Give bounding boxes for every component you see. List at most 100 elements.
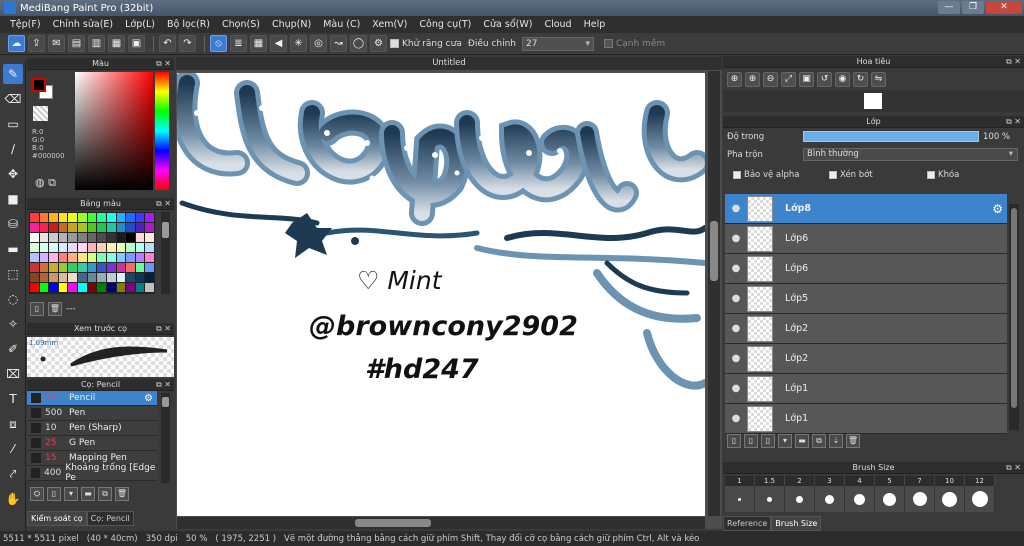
palette-swatch[interactable] [87, 233, 97, 242]
palette-swatch[interactable] [39, 273, 49, 282]
palette-swatch[interactable] [68, 253, 78, 262]
layer-row[interactable]: ● Lớp8 ⚙ [725, 194, 1007, 224]
menu-color[interactable]: Màu (C) [317, 19, 366, 30]
brush-size-option[interactable]: 1.5 [755, 476, 785, 512]
maximize-button[interactable]: ❐ [962, 1, 984, 14]
drawing-canvas[interactable]: ♡ Mint @browncony2902 #hd247 [177, 73, 705, 516]
brush-scrollbar[interactable] [161, 393, 170, 483]
palette-swatch[interactable] [68, 283, 78, 292]
circle-snap-icon[interactable]: ◎ [310, 35, 327, 52]
palette-swatch[interactable] [106, 213, 116, 222]
menu-window[interactable]: Cửa sổ(W) [477, 19, 538, 30]
palette-swatch[interactable] [126, 253, 135, 262]
brush-page-icon[interactable]: ▯ [47, 487, 61, 501]
palette-swatch[interactable] [116, 243, 126, 252]
palette-swatch[interactable] [145, 243, 154, 252]
layer-visibility-eye-icon[interactable]: ● [725, 383, 747, 394]
palette-swatch[interactable] [78, 283, 87, 292]
panel-popout-icon[interactable]: ⧉ ✕ [156, 323, 171, 335]
palette-swatch[interactable] [87, 213, 97, 222]
merge-layer-icon[interactable]: ⇣ [829, 434, 843, 448]
fill-page-icon[interactable]: ▣ [128, 35, 145, 52]
palette-swatch[interactable] [39, 283, 49, 292]
palette-swatch[interactable] [126, 273, 135, 282]
tab-reference[interactable]: Reference [723, 516, 772, 531]
copy-brush-icon[interactable]: ⧉ [98, 487, 112, 501]
palette-swatch[interactable] [49, 233, 58, 242]
palette-swatch[interactable] [58, 233, 68, 242]
actual-size-icon[interactable]: ▣ [799, 71, 814, 87]
speech-icon[interactable]: ▤ [68, 35, 85, 52]
brush-size-option[interactable]: 5 [875, 476, 905, 512]
layer-visibility-eye-icon[interactable]: ● [725, 323, 747, 334]
fit-window-icon[interactable]: ⤢ [781, 71, 796, 87]
brush-list-item[interactable]: 500 Pen [27, 406, 157, 421]
zoom-out-icon[interactable]: ⊖ [763, 71, 778, 87]
palette-swatch[interactable] [30, 283, 39, 292]
palette-swatch[interactable] [106, 233, 116, 242]
palette-swatch[interactable] [116, 273, 126, 282]
palette-swatch[interactable] [145, 213, 154, 222]
palette-swatch[interactable] [145, 263, 154, 272]
lock-checkbox[interactable] [927, 170, 935, 179]
menu-filter[interactable]: Bộ lọc(R) [161, 19, 216, 30]
panel-popout-icon[interactable]: ⧉ ✕ [156, 379, 171, 391]
correction-select[interactable]: 27 [521, 36, 594, 51]
antialias-checkbox[interactable] [390, 39, 399, 48]
palette-swatch[interactable] [68, 243, 78, 252]
palette-swatch[interactable] [106, 223, 116, 232]
palette-swatch[interactable] [135, 283, 145, 292]
menu-snap[interactable]: Chụp(N) [266, 19, 317, 30]
close-button[interactable]: ✕ [986, 1, 1022, 14]
snap-checkbox[interactable] [603, 39, 613, 48]
layer-scrollbar[interactable] [1009, 204, 1019, 430]
palette-swatch[interactable] [68, 223, 78, 232]
add-layer-dropdown-icon[interactable]: ▾ [778, 434, 792, 448]
menu-help[interactable]: Help [578, 19, 612, 30]
palette-swatch[interactable] [97, 263, 106, 272]
palette-swatch[interactable] [39, 263, 49, 272]
palette-swatch[interactable] [58, 213, 68, 222]
palette-swatch[interactable] [87, 273, 97, 282]
rotate-right-icon[interactable]: ↻ [853, 71, 868, 87]
document-tab[interactable]: Untitled [176, 57, 722, 70]
new-palette-icon[interactable]: ▯ [30, 302, 44, 316]
select-pen-icon[interactable]: ✐ [3, 339, 23, 359]
settings-snap-icon[interactable]: ⚙ [370, 35, 387, 52]
palette-swatch[interactable] [78, 273, 87, 282]
comment-icon[interactable]: ✉ [48, 35, 65, 52]
palette-swatch[interactable] [30, 223, 39, 232]
palette-swatch[interactable] [106, 243, 116, 252]
palette-swatch[interactable] [49, 263, 58, 272]
palette-swatch[interactable] [78, 253, 87, 262]
clip-checkbox[interactable] [829, 170, 837, 179]
layer-settings-gear-icon[interactable]: ⚙ [992, 202, 1003, 216]
flip-icon[interactable]: ⇋ [871, 71, 886, 87]
palette-swatch[interactable] [78, 213, 87, 222]
brush-size-option[interactable]: 10 [935, 476, 965, 512]
palette-swatch[interactable] [116, 263, 126, 272]
palette-swatch[interactable] [97, 283, 106, 292]
layer-visibility-eye-icon[interactable]: ● [725, 263, 747, 274]
delete-brush-icon[interactable]: 🗑 [115, 487, 129, 501]
lasso-tool-icon[interactable]: ◌ [3, 289, 23, 309]
curve-snap-icon[interactable]: ↝ [330, 35, 347, 52]
tab-brush-control[interactable]: Kiểm soát cọ [27, 511, 87, 526]
palette-swatch[interactable] [135, 273, 145, 282]
palette-swatch[interactable] [30, 213, 39, 222]
layer-row[interactable]: ● Lớp5 [725, 284, 1007, 314]
color-wheel-icon[interactable]: ◍ [35, 176, 45, 189]
palette-swatch[interactable] [126, 223, 135, 232]
menu-tools[interactable]: Công cụ(T) [413, 19, 477, 30]
layer-row[interactable]: ● Lớp6 [725, 254, 1007, 284]
palette-swatch[interactable] [78, 263, 87, 272]
palette-swatch[interactable] [49, 243, 58, 252]
canvas-vertical-scrollbar[interactable] [708, 71, 720, 516]
brush-size-option[interactable]: 2 [785, 476, 815, 512]
palette-swatch[interactable] [68, 213, 78, 222]
palette-swatch[interactable] [106, 253, 116, 262]
layer-visibility-eye-icon[interactable]: ● [725, 203, 747, 214]
operation-tool-icon[interactable]: ⤤ [3, 464, 23, 484]
palette-swatch[interactable] [126, 213, 135, 222]
new-halftone-layer-icon[interactable]: ▯ [744, 434, 758, 448]
